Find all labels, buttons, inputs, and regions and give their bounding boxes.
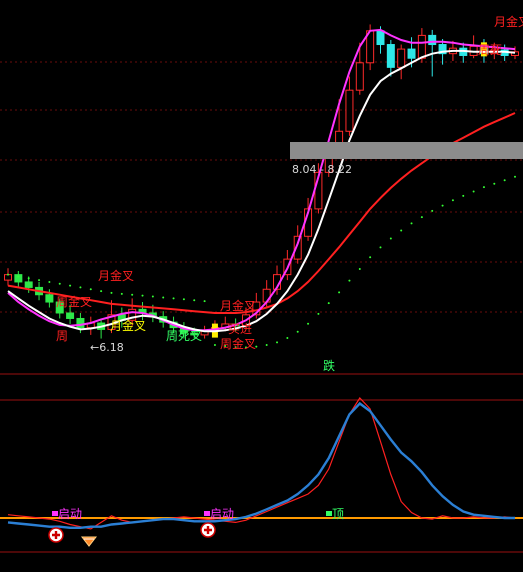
grid-lines (0, 61, 523, 313)
candle-body (397, 48, 406, 68)
price-range-label: 8.04 - 8.22 (292, 163, 352, 176)
trend-dot (514, 175, 516, 178)
trend-dot (58, 282, 61, 285)
trend-dot (48, 280, 51, 283)
trend-dot (327, 302, 330, 305)
annotation-label: 启动 (210, 507, 234, 521)
trend-dot (431, 209, 434, 212)
ma-line (7, 28, 516, 332)
candle-body (376, 30, 385, 46)
main-annotations: 月金叉 周金叉 月金叉 周死叉 周 月金叉 买进 周金叉 月金叉 周死 (56, 14, 523, 351)
trend-dot (162, 296, 165, 299)
annotation-label: 周死 (478, 43, 502, 57)
trend-dot (172, 297, 175, 300)
trend-dot (203, 300, 206, 303)
annotation-label: 顶 (332, 507, 344, 521)
indicator-panel (0, 373, 523, 553)
candle-body (345, 89, 354, 132)
trend-dot (493, 182, 496, 185)
annotation-label: 周金叉 (220, 336, 256, 351)
indicator-line (7, 397, 516, 530)
buy-signal-icon (200, 522, 216, 538)
trend-dot (451, 199, 454, 202)
candle-body (66, 312, 75, 319)
indicator-lines (7, 397, 516, 530)
trend-dot (441, 204, 444, 207)
annotation-label: 周死叉 (166, 329, 202, 343)
annotation-label: 买进 (228, 322, 252, 336)
trend-dot (131, 293, 134, 296)
trend-dot (348, 279, 351, 282)
trend-dot (141, 294, 144, 297)
trend-dot (420, 216, 423, 219)
chart-canvas: 8.04 - 8.22 ←6.18 月金叉 周金叉 月金叉 周死叉 周 月金叉 … (0, 14, 523, 553)
moving-average-lines (7, 28, 516, 333)
candle-body (45, 294, 54, 303)
indicator-top-label: 跌 (323, 358, 335, 373)
candle-body (355, 62, 364, 91)
trend-dot (265, 343, 268, 346)
candle-body (407, 48, 416, 59)
candle-body (24, 281, 33, 288)
ma-line (7, 49, 516, 333)
trend-dot (38, 279, 41, 282)
trend-dot (503, 179, 506, 182)
trend-dot (89, 288, 92, 291)
trend-dot (472, 190, 475, 193)
buy-signal-icon (48, 527, 64, 543)
annotation-label: 月金叉 (110, 318, 146, 333)
diamond-signal-icon (80, 536, 98, 547)
candle-body (428, 34, 437, 46)
trend-dot (379, 246, 382, 249)
annotation-label: 月金叉 (220, 298, 256, 313)
annotation-label: 启动 (58, 507, 82, 521)
trend-dot (79, 286, 82, 289)
trend-dot (276, 341, 279, 344)
trend-dot (100, 290, 103, 293)
trend-dot (182, 298, 185, 301)
trend-dot (358, 267, 361, 270)
trend-dot (69, 284, 72, 287)
trend-dot (317, 312, 320, 315)
trend-dot (193, 299, 196, 302)
low-price-marker: ←6.18 (90, 341, 124, 354)
trend-dot (462, 194, 465, 197)
trend-dot (307, 322, 310, 325)
candle-body (386, 44, 395, 68)
trend-dot (482, 186, 485, 189)
price-range-band (290, 142, 523, 159)
trend-dot (151, 295, 154, 298)
annotation-label: 周 (56, 329, 68, 343)
trend-dot (389, 237, 392, 240)
trend-dot (7, 273, 9, 276)
trend-dot (213, 343, 216, 346)
annotation-label: 周金叉 (56, 294, 92, 309)
candle-body (417, 34, 426, 59)
trend-dot (338, 291, 341, 294)
trend-dot (120, 292, 123, 295)
trend-dot (410, 222, 413, 225)
trend-dot (369, 256, 372, 259)
trend-dot (286, 337, 289, 340)
candle-body (76, 317, 85, 329)
trend-dot (296, 330, 299, 333)
candlestick-series (4, 24, 519, 339)
trend-dot (110, 291, 113, 294)
annotation-label: 月金叉 (494, 14, 523, 29)
annotation-label: 月金叉 (98, 268, 134, 283)
trend-dot (17, 275, 20, 278)
indicator-line (7, 401, 515, 529)
trend-dot (27, 277, 30, 280)
trend-dot (400, 229, 403, 232)
